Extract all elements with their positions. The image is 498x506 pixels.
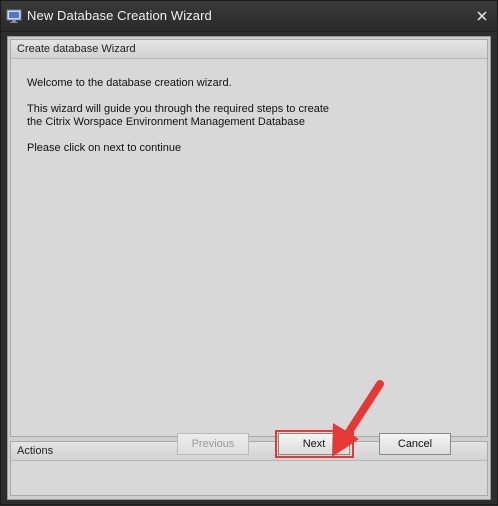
wizard-client-area: Create database Wizard Welcome to the da…: [7, 36, 491, 500]
monitor-icon: [6, 8, 22, 24]
next-button[interactable]: Next: [278, 433, 350, 455]
wizard-window: New Database Creation Wizard Create data…: [0, 0, 498, 505]
description-text: This wizard will guide you through the r…: [27, 103, 330, 128]
welcome-text: Welcome to the database creation wizard.: [27, 77, 232, 89]
window-title: New Database Creation Wizard: [27, 8, 212, 23]
wizard-content: Welcome to the database creation wizard.…: [27, 77, 347, 168]
cancel-button[interactable]: Cancel: [379, 433, 451, 455]
close-icon: [477, 11, 487, 21]
title-bar[interactable]: New Database Creation Wizard: [1, 1, 497, 32]
instruction-text: Please click on next to continue: [27, 142, 182, 154]
wizard-panel: Create database Wizard Welcome to the da…: [10, 39, 488, 437]
close-button[interactable]: [473, 7, 491, 25]
wizard-panel-header: Create database Wizard: [11, 40, 487, 59]
previous-button[interactable]: Previous: [177, 433, 249, 455]
